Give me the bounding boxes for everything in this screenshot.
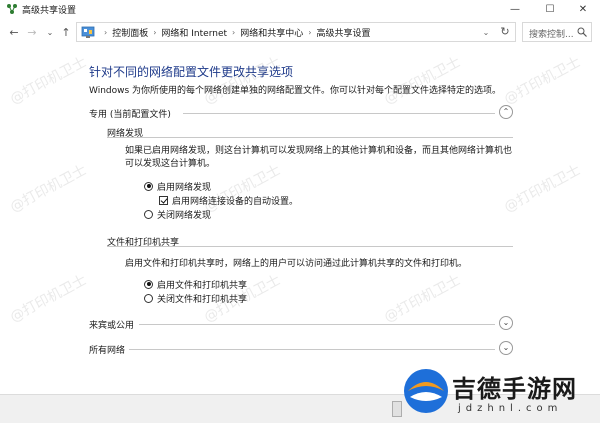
- main-content: 针对不同的网络配置文件更改共享选项 Windows 为你所使用的每个网络创建单独…: [0, 48, 600, 394]
- navigation-bar: ← → ⌄ ↑ › 控制面板 › 网络和 Internet › 网络和共享中心 …: [0, 20, 600, 44]
- radio-selected-icon[interactable]: [144, 279, 153, 289]
- divider: [107, 137, 513, 138]
- breadcrumb-item-control-panel[interactable]: 控制面板: [112, 26, 148, 39]
- divider: [107, 246, 513, 247]
- profile-private-header[interactable]: 专用 (当前配置文件) ⌃: [89, 104, 513, 122]
- minimize-button[interactable]: —: [498, 0, 532, 18]
- checkbox-auto-setup[interactable]: 启用网络连接设备的自动设置。: [159, 194, 298, 207]
- profile-guest-public-label: 来宾或公用: [89, 321, 135, 331]
- file-printer-sharing-text: 启用文件和打印机共享时，网络上的用户可以访问通过此计算机共享的文件和打印机。: [125, 259, 468, 269]
- collapse-chevron-icon[interactable]: ⌃: [499, 105, 513, 119]
- profile-all-networks-label: 所有网络: [89, 346, 126, 356]
- maximize-button[interactable]: ☐: [533, 0, 567, 18]
- up-button[interactable]: ↑: [58, 24, 74, 40]
- profile-private-label: 专用 (当前配置文件): [89, 110, 171, 120]
- radio-enable-network-discovery[interactable]: 启用网络发现: [144, 180, 211, 193]
- breadcrumb-item-advanced-sharing[interactable]: 高级共享设置: [316, 26, 370, 39]
- breadcrumb-separator[interactable]: ›: [232, 28, 235, 37]
- expand-chevron-icon[interactable]: ⌄: [499, 341, 513, 355]
- breadcrumb-item-network-internet[interactable]: 网络和 Internet: [161, 26, 227, 39]
- page-description: Windows 为你所使用的每个网络创建单独的网络配置文件。你可以针对每个配置文…: [89, 86, 502, 96]
- refresh-button[interactable]: ↻: [498, 25, 512, 39]
- forward-button[interactable]: →: [24, 24, 40, 40]
- logo-text: 吉德手游网: [452, 375, 577, 403]
- profile-all-networks-header[interactable]: 所有网络 ⌄: [89, 340, 513, 358]
- radio-disable-network-discovery[interactable]: 关闭网络发现: [144, 208, 211, 221]
- divider: [183, 113, 495, 114]
- page-heading: 针对不同的网络配置文件更改共享选项: [89, 65, 294, 79]
- breadcrumb-separator[interactable]: ›: [308, 28, 311, 37]
- control-panel-icon: [81, 26, 95, 38]
- radio-disable-file-sharing[interactable]: 关闭文件和打印机共享: [144, 292, 247, 305]
- breadcrumb: › 控制面板 › 网络和 Internet › 网络和共享中心 › 高级共享设置: [99, 23, 370, 41]
- network-sharing-icon: [7, 4, 17, 14]
- expand-chevron-icon[interactable]: ⌄: [499, 316, 513, 330]
- breadcrumb-separator: ›: [104, 27, 108, 37]
- back-button[interactable]: ←: [6, 24, 22, 40]
- search-box[interactable]: 搜索控制...: [522, 22, 592, 42]
- radio-selected-icon[interactable]: [144, 181, 153, 191]
- window-title: 高级共享设置: [22, 6, 77, 16]
- search-icon: [577, 27, 587, 37]
- close-button[interactable]: ✕: [566, 0, 600, 18]
- radio-enable-file-sharing[interactable]: 启用文件和打印机共享: [144, 278, 247, 291]
- radio-unselected-icon[interactable]: [144, 209, 153, 219]
- logo-emblem-icon: [404, 369, 448, 413]
- title-bar: 高级共享设置 — ☐ ✕: [0, 0, 600, 18]
- search-placeholder: 搜索控制...: [529, 30, 574, 40]
- network-discovery-text: 如果已启用网络发现，则这台计算机可以发现网络上的其他计算机和设备，而且其他网络计…: [125, 146, 513, 169]
- divider: [129, 349, 495, 350]
- site-logo: 吉德手游网 jdzhnl.com: [400, 363, 596, 421]
- divider: [139, 324, 495, 325]
- logo-url: jdzhnl.com: [458, 403, 563, 414]
- address-bar[interactable]: › 控制面板 › 网络和 Internet › 网络和共享中心 › 高级共享设置…: [76, 22, 516, 42]
- profile-guest-public-header[interactable]: 来宾或公用 ⌄: [89, 315, 513, 333]
- radio-unselected-icon[interactable]: [144, 293, 153, 303]
- breadcrumb-separator[interactable]: ›: [153, 28, 156, 37]
- checkbox-checked-icon[interactable]: [159, 195, 168, 205]
- breadcrumb-item-sharing-center[interactable]: 网络和共享中心: [240, 26, 303, 39]
- recent-locations-button[interactable]: ⌄: [42, 24, 58, 40]
- address-dropdown-button[interactable]: ⌄: [479, 26, 493, 40]
